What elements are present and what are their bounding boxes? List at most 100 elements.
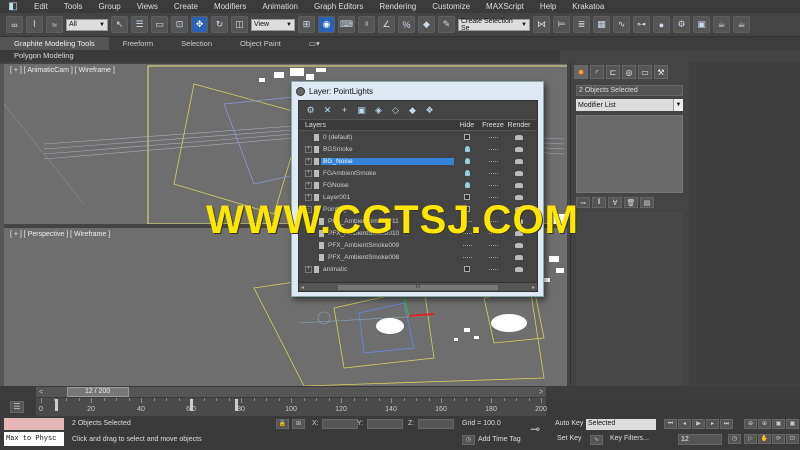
freeze-cell[interactable] xyxy=(480,183,506,187)
modifier-list-select[interactable]: Modifier List ▼ xyxy=(576,99,683,111)
column-hide[interactable]: Hide xyxy=(454,122,480,129)
maxscript-listener-output[interactable] xyxy=(4,418,64,430)
y-coordinate-field[interactable] xyxy=(367,419,403,429)
select-object-icon[interactable]: ↖ xyxy=(111,16,128,33)
play-icon[interactable]: ▶ xyxy=(692,419,705,429)
menu-item-krakatoa[interactable]: Krakatoa xyxy=(564,0,612,13)
create-tab-icon[interactable]: ✸ xyxy=(574,65,588,79)
zoom-extents-all-icon[interactable]: ▣ xyxy=(786,419,799,429)
menu-item-tools[interactable]: Tools xyxy=(56,0,91,13)
time-slider-prev-button[interactable]: < xyxy=(36,387,46,397)
tab-graphite-modeling-tools[interactable]: Graphite Modeling Tools xyxy=(0,37,109,50)
menu-item-customize[interactable]: Customize xyxy=(424,0,478,13)
render-cell[interactable] xyxy=(506,242,532,248)
selection-filter-select[interactable]: All ▼ xyxy=(66,18,108,31)
ribbon-subtab-polygon-modeling[interactable]: Polygon Modeling xyxy=(0,50,560,62)
column-render[interactable]: Render xyxy=(506,122,532,129)
layer-manager-icon[interactable]: ≣ xyxy=(573,16,590,33)
layer-row[interactable]: + FGAmbientSmoke xyxy=(299,167,537,179)
layer-row[interactable]: + animatic xyxy=(299,263,537,275)
angle-snap-icon[interactable]: ∠ xyxy=(378,16,395,33)
menu-item-edit[interactable]: Edit xyxy=(26,0,56,13)
keyboard-shortcut-icon[interactable]: ⌨ xyxy=(338,16,355,33)
named-selection-set-select[interactable]: Create Selection Se ▼ xyxy=(458,18,530,32)
menu-item-animation[interactable]: Animation xyxy=(254,0,306,13)
hide-cell[interactable] xyxy=(454,134,480,140)
menu-item-views[interactable]: Views xyxy=(129,0,166,13)
curve-editor-icon[interactable]: ∿ xyxy=(613,16,630,33)
time-slider-track[interactable]: 12 / 200 xyxy=(36,387,546,397)
select-in-layer-icon[interactable]: ◈ xyxy=(373,105,384,116)
freeze-cell[interactable] xyxy=(480,267,506,271)
motion-tab-icon[interactable]: ◎ xyxy=(622,65,636,79)
modifier-stack[interactable] xyxy=(576,115,683,193)
link-icon[interactable]: ∞ xyxy=(6,16,23,33)
schematic-view-icon[interactable]: ⊶ xyxy=(633,16,650,33)
layer-name-cell[interactable]: 0 (default) xyxy=(299,133,454,141)
menu-item-maxscript[interactable]: MAXScript xyxy=(478,0,532,13)
select-by-name-icon[interactable]: ☰ xyxy=(131,16,148,33)
ribbon-options-icon[interactable]: ▭▾ xyxy=(295,37,334,50)
key-curve-icon[interactable]: ∿ xyxy=(590,435,603,445)
expand-toggle-icon[interactable]: + xyxy=(305,157,312,165)
menu-item-modifiers[interactable]: Modifiers xyxy=(206,0,254,13)
layer-row[interactable]: + BG_Noise xyxy=(299,155,537,167)
mini-curve-editor-icon[interactable]: ☰ xyxy=(10,401,24,413)
freeze-cell[interactable] xyxy=(480,255,506,259)
create-layer-icon[interactable]: + xyxy=(339,105,350,116)
animation-key[interactable] xyxy=(235,399,238,411)
freeze-cell[interactable] xyxy=(480,147,506,151)
highlight-selected-icon[interactable]: ◇ xyxy=(390,105,401,116)
render-cell[interactable] xyxy=(506,134,532,140)
key-mode-select[interactable]: Selected xyxy=(586,419,656,430)
render-iterative-icon[interactable]: ☕ xyxy=(733,16,750,33)
go-to-end-icon[interactable]: ⏭ xyxy=(720,419,733,429)
app-logo-icon[interactable]: ◧ xyxy=(0,0,26,13)
scroll-left-icon[interactable]: ◂ xyxy=(301,284,304,291)
rectangular-selection-icon[interactable]: ▭ xyxy=(151,16,168,33)
maxscript-listener-input[interactable]: Max to Physc xyxy=(4,432,64,446)
remove-modifier-icon[interactable]: 🗑 xyxy=(624,197,638,208)
hide-checkbox[interactable] xyxy=(464,266,470,272)
menu-item-graph-editors[interactable]: Graph Editors xyxy=(306,0,371,13)
make-unique-icon[interactable]: ∀ xyxy=(608,197,622,208)
graphite-toggle-icon[interactable]: ▦ xyxy=(593,16,610,33)
tab-object-paint[interactable]: Object Paint xyxy=(226,37,295,50)
select-and-move-icon[interactable]: ✥ xyxy=(191,16,208,33)
hide-cell[interactable] xyxy=(454,182,480,188)
column-layers[interactable]: Layers xyxy=(299,122,454,129)
time-tag-icon[interactable]: ◷ xyxy=(462,435,475,445)
orbit-icon[interactable]: ⟳ xyxy=(772,434,785,444)
tab-freeform[interactable]: Freeform xyxy=(109,37,167,50)
hide-all-layers-icon[interactable]: ◆ xyxy=(407,105,418,116)
set-key-button[interactable]: Set Key xyxy=(557,435,582,442)
reference-coordinate-select[interactable]: View ▼ xyxy=(251,18,295,31)
unlink-icon[interactable]: ⌇ xyxy=(26,16,43,33)
expand-toggle-icon[interactable]: + xyxy=(305,145,312,153)
freeze-cell[interactable] xyxy=(480,171,506,175)
render-cell[interactable] xyxy=(506,254,532,260)
pivot-center-icon[interactable]: ⊞ xyxy=(298,16,315,33)
configure-modifier-sets-icon[interactable]: ▤ xyxy=(640,197,654,208)
material-editor-icon[interactable]: ● xyxy=(653,16,670,33)
freeze-all-layers-icon[interactable]: ❖ xyxy=(424,105,435,116)
select-and-rotate-icon[interactable]: ↻ xyxy=(211,16,228,33)
auto-key-button[interactable]: Auto Key xyxy=(555,420,583,427)
edit-named-selection-icon[interactable]: ✎ xyxy=(438,16,455,33)
hide-cell[interactable] xyxy=(454,170,480,176)
render-cell[interactable] xyxy=(506,266,532,272)
next-frame-icon[interactable]: ▸ xyxy=(706,419,719,429)
animation-key[interactable] xyxy=(190,399,193,411)
layer-row[interactable]: + FGNoise xyxy=(299,179,537,191)
layer-horizontal-scrollbar[interactable]: ◂ III ▸ xyxy=(299,282,537,291)
freeze-cell[interactable] xyxy=(480,159,506,163)
hide-cell[interactable] xyxy=(454,255,480,259)
render-cell[interactable] xyxy=(506,158,532,164)
menu-item-help[interactable]: Help xyxy=(532,0,564,13)
time-slider-next-button[interactable]: > xyxy=(536,387,546,397)
hide-cell[interactable] xyxy=(454,158,480,164)
absolute-mode-icon[interactable]: ⊞ xyxy=(292,419,305,429)
z-coordinate-field[interactable] xyxy=(418,419,454,429)
track-bar-ruler[interactable]: 0 20 40 6 0 80 100 120 140 160 180 200 xyxy=(36,398,547,416)
modify-tab-icon[interactable]: ◜ xyxy=(590,65,604,79)
